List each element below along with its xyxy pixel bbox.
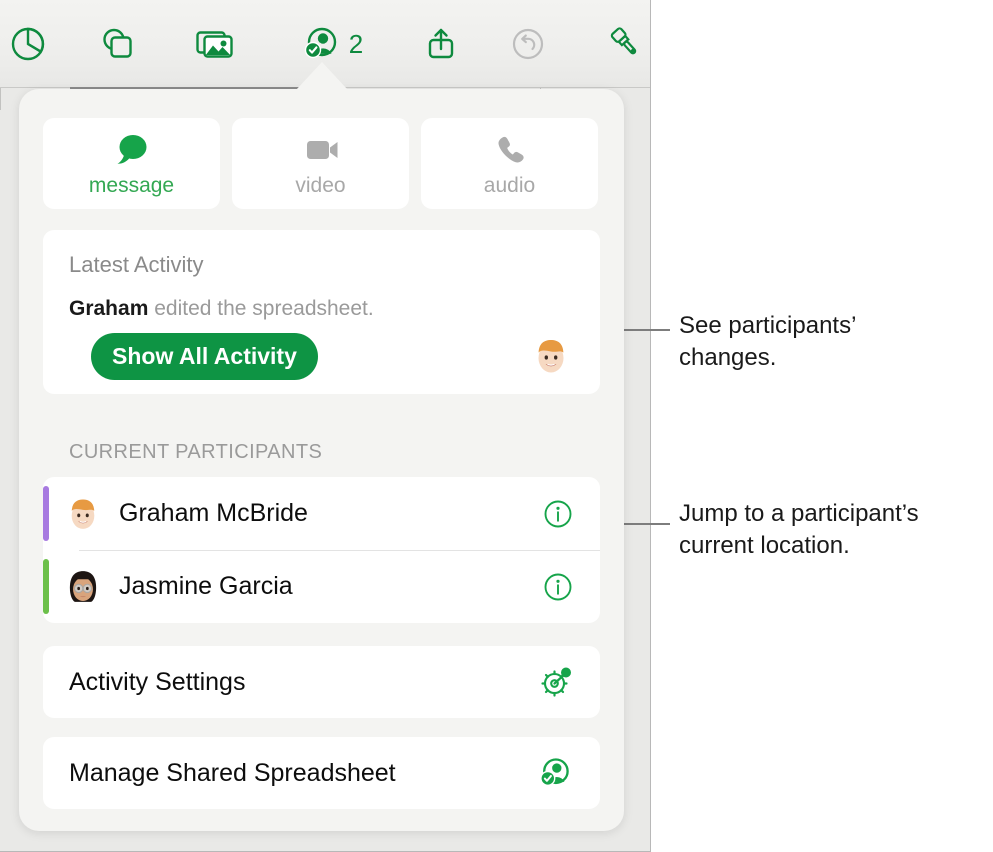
info-circle-icon[interactable] <box>543 572 573 602</box>
callout-line: changes. <box>679 343 777 371</box>
activity-settings-row[interactable]: Activity Settings <box>43 646 600 718</box>
participant-row[interactable]: Graham McBride <box>43 477 600 550</box>
gear-activity-icon <box>539 665 573 699</box>
memoji-jasmine-avatar <box>64 568 102 606</box>
callout-line: Jump to a participant’s <box>679 500 919 527</box>
audio-button[interactable]: audio <box>421 118 598 209</box>
participants-list: Graham McBride Jasmine Garcia <box>43 477 600 623</box>
latest-activity-title: Latest Activity <box>69 252 204 277</box>
participant-row[interactable]: Jasmine Garcia <box>43 550 600 623</box>
collaborate-icon <box>301 24 341 64</box>
callout-see-changes: See participants’ changes. <box>679 310 856 373</box>
audio-label: audio <box>483 173 536 197</box>
manage-shared-spreadsheet-row[interactable]: Manage Shared Spreadsheet <box>43 737 600 809</box>
media-icon <box>192 24 238 64</box>
toolbar-share-button[interactable] <box>419 18 463 70</box>
video-camera-icon <box>300 132 342 168</box>
collaboration-popover: message video audio Latest Activity Grah… <box>19 89 624 831</box>
latest-activity-entry: Graham edited the spreadsheet. <box>69 297 374 321</box>
undo-icon <box>508 24 548 64</box>
message-label: message <box>88 173 175 197</box>
video-button[interactable]: video <box>232 118 409 209</box>
paintbrush-icon <box>605 23 647 65</box>
message-bubble-icon <box>111 132 153 168</box>
contact-buttons-row: message video audio <box>43 118 600 209</box>
activity-entry-text: edited the spreadsheet. <box>148 297 374 320</box>
info-circle-icon[interactable] <box>543 499 573 529</box>
app-window: 2 message video audio Latest Activity Gr… <box>0 0 651 852</box>
current-participants-header: CURRENT PARTICIPANTS <box>69 441 323 463</box>
toolbar-format-button[interactable] <box>604 18 648 70</box>
memoji-graham-avatar <box>64 495 102 533</box>
latest-activity-card: Latest Activity Graham edited the spread… <box>43 230 600 394</box>
shape-icon <box>97 24 137 64</box>
participant-name: Jasmine Garcia <box>119 572 293 600</box>
toolbar-chart-button[interactable] <box>6 18 50 70</box>
callout-line: See participants’ <box>679 312 857 339</box>
callout-jump-location: Jump to a participant’s current location… <box>679 498 919 561</box>
person-check-icon <box>537 755 573 791</box>
activity-settings-label: Activity Settings <box>69 667 246 696</box>
share-icon <box>421 24 461 64</box>
toolbar-shape-button[interactable] <box>95 18 139 70</box>
phone-icon <box>492 132 528 168</box>
participant-count: 2 <box>348 29 364 59</box>
activity-entry-name: Graham <box>69 297 149 320</box>
popover-arrow <box>296 62 348 90</box>
message-button[interactable]: message <box>43 118 220 209</box>
callout-line: current location. <box>679 531 850 559</box>
toolbar-divider-left <box>0 88 1 110</box>
chart-icon <box>8 24 48 64</box>
participant-name: Graham McBride <box>119 499 308 527</box>
participant-color-bar <box>43 559 49 614</box>
toolbar-media-button[interactable] <box>189 18 241 70</box>
show-all-activity-button[interactable]: Show All Activity <box>91 333 318 380</box>
memoji-graham-avatar <box>530 335 572 377</box>
video-label: video <box>295 173 346 197</box>
toolbar-undo-button[interactable] <box>506 18 550 70</box>
manage-shared-label: Manage Shared Spreadsheet <box>69 758 396 787</box>
participant-color-bar <box>43 486 49 541</box>
